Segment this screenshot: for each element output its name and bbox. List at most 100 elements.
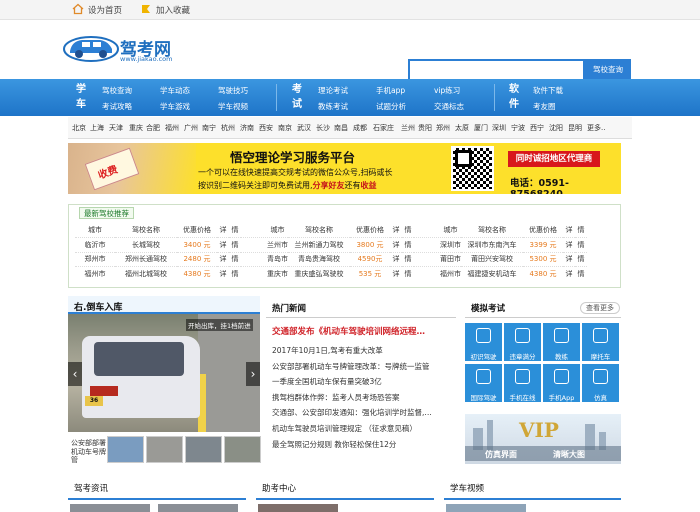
nav-link-mobile-app[interactable]: 手机app xyxy=(376,85,405,96)
table-cell-school[interactable]: 重庆盛弘驾驶校 xyxy=(288,266,350,281)
city-link[interactable]: 成都 xyxy=(353,123,367,133)
tab-latest-schools[interactable]: 最新驾校推荐 xyxy=(79,207,134,219)
news-item[interactable]: 携驾档群体作弊：监考人员考场恐答案 xyxy=(272,392,400,403)
city-link[interactable]: 更多.. xyxy=(587,123,605,133)
promo-banner[interactable]: 收费 悟空理论学习服务平台 一个可以在线快速提高交规考试的微信公众号,扫码或长 … xyxy=(68,143,621,194)
detail-link[interactable]: 详 xyxy=(563,237,575,252)
nav-link-vip-practice[interactable]: vip练习 xyxy=(434,85,460,96)
city-link[interactable]: 南昌 xyxy=(334,123,348,133)
carousel-prev-button[interactable]: ‹ xyxy=(68,362,82,386)
headline-link[interactable]: 交通部发布《机动车驾驶培训网络远程… xyxy=(272,325,425,337)
thumbnail-image[interactable] xyxy=(185,436,222,463)
nav-link-community[interactable]: 考友圈 xyxy=(533,101,556,112)
city-link[interactable]: 广州 xyxy=(184,123,198,133)
detail-link[interactable]: 情 xyxy=(402,237,414,252)
city-link[interactable]: 厦门 xyxy=(474,123,488,133)
nav-link-theory-exam[interactable]: 理论考试 xyxy=(318,85,348,96)
search-input[interactable] xyxy=(408,59,585,81)
coach-tile[interactable]: 教练 xyxy=(543,323,580,361)
reverse-parking-photo[interactable]: 36 开始出库，挂1档前进 ‹ › xyxy=(68,314,260,432)
detail-link[interactable]: 情 xyxy=(229,237,241,252)
table-cell-school[interactable]: 深圳市东南汽车 xyxy=(461,237,523,252)
city-link[interactable]: 贵阳 xyxy=(418,123,432,133)
detail-link[interactable]: 情 xyxy=(229,266,241,281)
school-search-button[interactable]: 驾校查询 xyxy=(585,59,631,81)
city-link[interactable]: 济南 xyxy=(240,123,254,133)
table-cell-school[interactable]: 青岛贵海驾校 xyxy=(288,251,350,267)
simulation-tile[interactable]: 仿真 xyxy=(582,364,619,402)
city-link[interactable]: 石家庄 xyxy=(373,123,394,133)
table-cell-school[interactable]: 福建捷安机动车 xyxy=(461,266,523,281)
view-more-button[interactable]: 查看更多 xyxy=(580,302,620,314)
city-link[interactable]: 重庆 xyxy=(129,123,143,133)
city-link[interactable]: 西宁 xyxy=(530,123,544,133)
city-link[interactable]: 宁波 xyxy=(511,123,525,133)
thumbnail-image[interactable] xyxy=(224,436,261,463)
detail-link[interactable]: 情 xyxy=(575,237,587,252)
city-link[interactable]: 郑州 xyxy=(436,123,450,133)
nav-link-driving-tips[interactable]: 驾驶技巧 xyxy=(218,85,248,96)
section-title-help[interactable]: 助考中心 xyxy=(262,482,296,494)
city-link[interactable]: 上海 xyxy=(90,123,104,133)
detail-link[interactable]: 详 xyxy=(563,266,575,281)
detail-link[interactable]: 情 xyxy=(229,251,241,267)
nav-link-question-analysis[interactable]: 试题分析 xyxy=(376,101,406,112)
nav-link-exam-guide[interactable]: 考试攻略 xyxy=(102,101,132,112)
detail-link[interactable]: 详 xyxy=(217,266,229,281)
news-item[interactable]: 公安部部署机动车号牌管理改革：号牌统一监管 xyxy=(272,361,430,372)
table-cell-school[interactable]: 兰州新通力驾校 xyxy=(288,237,350,252)
detail-link[interactable]: 详 xyxy=(390,251,402,267)
set-home-link[interactable]: 设为首页 xyxy=(88,4,122,16)
nav-link-coach-exam[interactable]: 教练考试 xyxy=(318,101,348,112)
nav-link-news[interactable]: 学车动态 xyxy=(160,85,190,96)
mobile-online-tile[interactable]: 手机在线 xyxy=(504,364,541,402)
detail-link[interactable]: 详 xyxy=(563,251,575,267)
beginner-tile[interactable]: 初识驾驶 xyxy=(465,323,502,361)
city-link[interactable]: 太原 xyxy=(455,123,469,133)
city-link[interactable]: 杭州 xyxy=(221,123,235,133)
city-link[interactable]: 北京 xyxy=(72,123,86,133)
detail-link[interactable]: 情 xyxy=(575,266,587,281)
detail-link[interactable]: 情 xyxy=(575,251,587,267)
nav-link-games[interactable]: 学车游戏 xyxy=(160,101,190,112)
city-link[interactable]: 南京 xyxy=(278,123,292,133)
news-item[interactable]: 2017年10月1日,驾考有重大改革 xyxy=(272,345,383,356)
mobile-app-tile[interactable]: 手机App xyxy=(543,364,580,402)
thumbnail-image[interactable] xyxy=(146,436,183,463)
thumbnail-image[interactable] xyxy=(107,436,144,463)
nav-link-videos[interactable]: 学车视频 xyxy=(218,101,248,112)
news-item[interactable]: 最全驾照记分规则 教你轻松保住12分 xyxy=(272,439,396,450)
section-title-videos[interactable]: 学车视频 xyxy=(450,482,484,494)
city-link[interactable]: 长沙 xyxy=(316,123,330,133)
table-cell-school[interactable]: 郑州长通驾校 xyxy=(115,251,177,267)
detail-link[interactable]: 情 xyxy=(402,266,414,281)
city-link[interactable]: 南宁 xyxy=(202,123,216,133)
detail-link[interactable]: 详 xyxy=(390,237,402,252)
detail-link[interactable]: 详 xyxy=(217,251,229,267)
city-link[interactable]: 武汉 xyxy=(297,123,311,133)
city-link[interactable]: 兰州 xyxy=(401,123,415,133)
nav-link-traffic-signs[interactable]: 交通标志 xyxy=(434,101,464,112)
thumbnail-caption[interactable]: 公安部部署机动车号牌管 xyxy=(68,436,106,464)
city-link[interactable]: 福州 xyxy=(165,123,179,133)
car-logo-icon[interactable] xyxy=(62,29,120,63)
city-link[interactable]: 天津 xyxy=(109,123,123,133)
vip-banner[interactable]: VIP 仿真界面 清晰大图 xyxy=(465,414,621,464)
international-license-tile[interactable]: 国际驾驶 xyxy=(465,364,502,402)
detail-link[interactable]: 详 xyxy=(217,237,229,252)
violation-score-tile[interactable]: 违章满分 xyxy=(504,323,541,361)
city-link[interactable]: 合肥 xyxy=(146,123,160,133)
news-item[interactable]: 机动车驾驶员培训管理规定 （征求意见稿） xyxy=(272,423,417,434)
table-cell-school[interactable]: 长城驾校 xyxy=(115,237,177,252)
add-favorite-link[interactable]: 加入收藏 xyxy=(156,4,190,16)
city-link[interactable]: 深圳 xyxy=(492,123,506,133)
nav-link-school-search[interactable]: 驾校查询 xyxy=(102,85,132,96)
motorcycle-tile[interactable]: 摩托车 xyxy=(582,323,619,361)
table-cell-school[interactable]: 莆田兴安驾校 xyxy=(461,251,523,267)
city-link[interactable]: 西安 xyxy=(259,123,273,133)
section-title-news[interactable]: 驾考资讯 xyxy=(74,482,108,494)
detail-link[interactable]: 情 xyxy=(402,251,414,267)
detail-link[interactable]: 详 xyxy=(390,266,402,281)
news-item[interactable]: 交通部、公安部印发通知：强化培训学时监督,… xyxy=(272,407,432,418)
table-cell-school[interactable]: 福州北城驾校 xyxy=(115,266,177,281)
